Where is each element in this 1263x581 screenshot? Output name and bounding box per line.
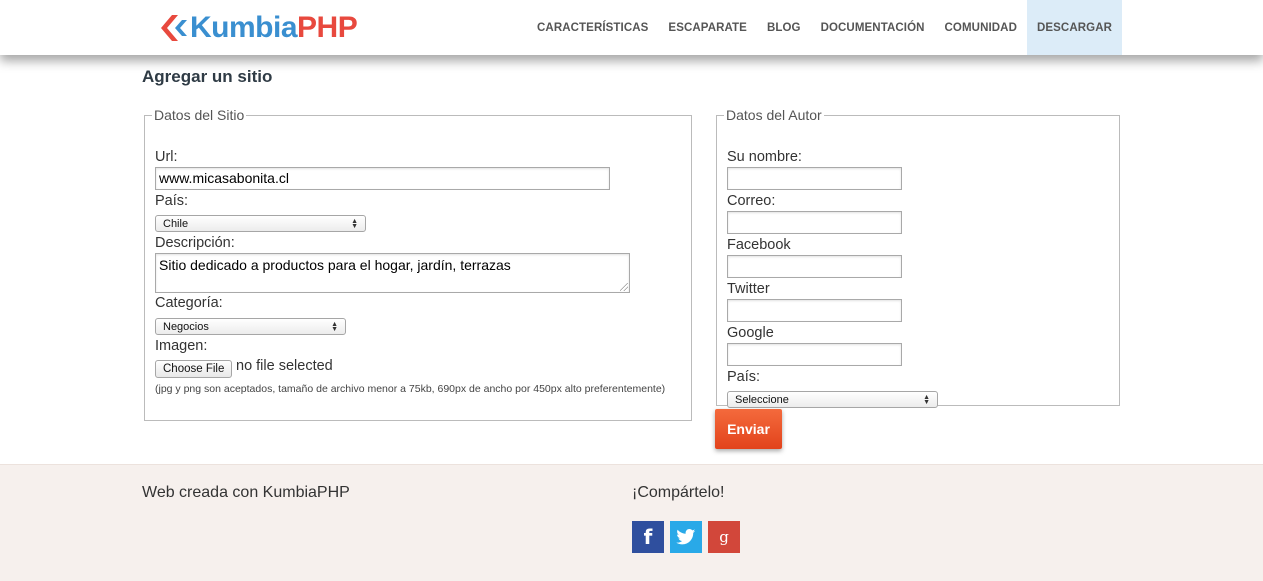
url-label: Url: xyxy=(155,149,178,165)
nav-comunidad[interactable]: COMUNIDAD xyxy=(935,0,1027,55)
submit-button[interactable]: Enviar xyxy=(715,409,782,449)
select-arrows-icon: ▲ ▼ xyxy=(331,320,338,333)
category-select[interactable]: Negocios ▲ ▼ xyxy=(155,318,346,335)
google-plus-icon[interactable]: g xyxy=(708,521,740,553)
share-title: ¡Compártelo! xyxy=(632,484,725,501)
description-label: Descripción: xyxy=(155,235,235,251)
url-input[interactable]: www.micasabonita.cl xyxy=(155,167,610,190)
twitter-bird-icon xyxy=(676,529,696,545)
image-help-text: (jpg y png son aceptados, tamaño de arch… xyxy=(155,383,666,395)
logo-brand-main: Kumbia xyxy=(190,11,298,44)
country-label: País: xyxy=(155,193,189,209)
nav-documentacion[interactable]: DOCUMENTACIÓN xyxy=(811,0,935,55)
author-country-select[interactable]: Seleccione ▲ ▼ xyxy=(727,391,938,408)
select-arrows-icon: ▲ ▼ xyxy=(923,393,930,406)
footer-credit: Web creada con KumbiaPHP xyxy=(142,484,350,501)
logo-brand-accent: PHP xyxy=(297,11,358,44)
country-select[interactable]: Chile ▲ ▼ xyxy=(155,215,366,232)
image-label: Imagen: xyxy=(155,338,208,354)
main-nav: CARACTERÍSTICAS ESCAPARATE BLOG DOCUMENT… xyxy=(527,0,1122,55)
category-select-value: Negocios xyxy=(163,320,209,333)
twitter-icon[interactable] xyxy=(670,521,702,553)
nav-caracteristicas[interactable]: CARACTERÍSTICAS xyxy=(527,0,658,55)
nav-descargar[interactable]: DESCARGAR xyxy=(1026,0,1122,55)
name-input[interactable] xyxy=(727,167,902,190)
description-text: Sitio dedicado a productos para el hogar… xyxy=(159,257,511,273)
nav-escaparate[interactable]: ESCAPARATE xyxy=(658,0,757,55)
kumbiaphp-logo[interactable]: KumbiaPHP xyxy=(156,8,358,48)
twitter-input[interactable] xyxy=(727,299,902,322)
site-data-legend: Datos del Sitio xyxy=(154,107,245,123)
facebook-label: Facebook xyxy=(727,237,791,253)
category-label: Categoría: xyxy=(155,295,223,311)
google-input[interactable] xyxy=(727,343,902,366)
twitter-label: Twitter xyxy=(727,281,770,297)
choose-file-button[interactable]: Choose File xyxy=(155,360,233,378)
site-header: KumbiaPHP CARACTERÍSTICAS ESCAPARATE BLO… xyxy=(0,0,1263,55)
resize-grip-icon[interactable] xyxy=(620,283,628,291)
logo-chevron-icon xyxy=(161,15,187,41)
email-input[interactable] xyxy=(727,211,902,234)
email-label: Correo: xyxy=(727,193,776,209)
name-label: Su nombre: xyxy=(727,149,802,165)
select-arrows-icon: ▲ ▼ xyxy=(351,217,358,230)
google-label: Google xyxy=(727,325,774,341)
author-data-legend: Datos del Autor xyxy=(726,107,822,123)
author-country-label: País: xyxy=(727,369,761,385)
description-textarea[interactable]: Sitio dedicado a productos para el hogar… xyxy=(155,253,630,293)
facebook-input[interactable] xyxy=(727,255,902,278)
site-data-fieldset: Datos del Sitio Url: www.micasabonita.cl… xyxy=(144,107,692,421)
facebook-icon[interactable]: f xyxy=(632,521,664,553)
author-country-select-value: Seleccione xyxy=(735,393,789,406)
file-status: no file selected xyxy=(236,358,333,374)
nav-blog[interactable]: BLOG xyxy=(757,0,811,55)
logo-text: KumbiaPHP xyxy=(190,11,358,45)
country-select-value: Chile xyxy=(163,217,189,230)
site-footer: Web creada con KumbiaPHP ¡Compártelo! f … xyxy=(0,464,1263,581)
author-data-fieldset: Datos del Autor Su nombre: Correo: Faceb… xyxy=(716,107,1120,408)
page-title: Agregar un sitio xyxy=(142,67,273,86)
